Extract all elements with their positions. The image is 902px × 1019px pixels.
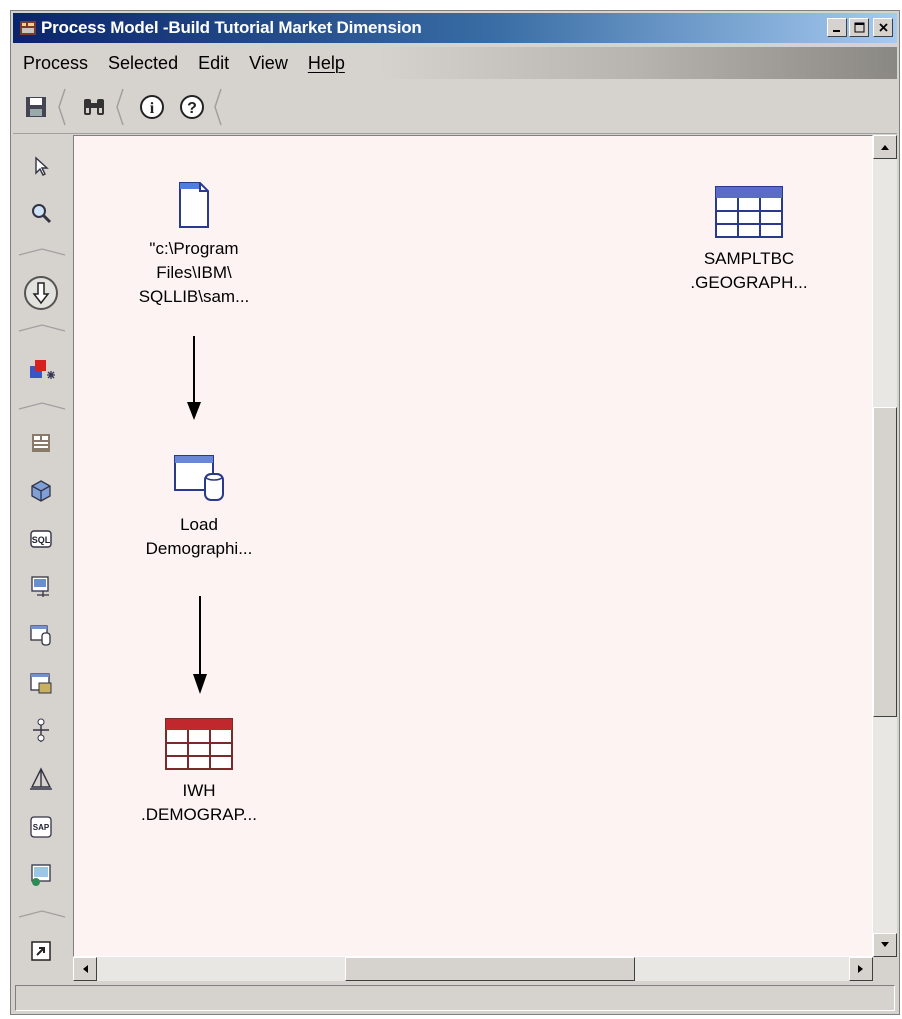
task-flow-icon <box>24 276 58 310</box>
status-bar <box>15 985 895 1011</box>
palette-shortcut-button[interactable] <box>21 931 61 971</box>
scroll-down-button[interactable] <box>873 933 897 957</box>
menu-selected[interactable]: Selected <box>98 53 188 74</box>
menu-view[interactable]: View <box>239 53 298 74</box>
window-title: Process Model -Build Tutorial Market Dim… <box>41 18 422 37</box>
toolbar-separator <box>214 88 222 126</box>
scroll-left-button[interactable] <box>73 957 97 981</box>
save-button[interactable] <box>19 90 53 124</box>
svg-text:?: ? <box>187 100 197 117</box>
save-icon <box>26 97 46 117</box>
vertical-scrollbar[interactable] <box>873 135 897 957</box>
file-icon <box>179 182 209 228</box>
palette-pointer-button[interactable] <box>21 147 61 187</box>
flow-arrow[interactable] <box>190 596 210 696</box>
process-canvas[interactable]: "c:\Program Files\IBM\ SQLLIB\sam... Loa… <box>73 135 873 957</box>
title-bar[interactable]: Process Model -Build Tutorial Market Dim… <box>13 13 897 43</box>
horizontal-scroll-thumb[interactable] <box>345 957 635 981</box>
info-icon: i <box>140 95 164 119</box>
vertical-scroll-thumb[interactable] <box>873 407 897 717</box>
help-icon: ? <box>180 95 204 119</box>
palette-task-flow-button[interactable] <box>21 273 61 313</box>
arrow-up-icon <box>881 145 889 150</box>
sql-icon: SQL <box>30 530 52 548</box>
source-table-icon <box>715 186 783 238</box>
export-icon <box>30 673 52 694</box>
cube-icon <box>31 480 51 502</box>
palette-separator <box>18 402 66 410</box>
arrow-right-icon <box>858 965 863 973</box>
palette-separator <box>18 910 66 918</box>
palette-cube-button[interactable] <box>21 471 61 511</box>
arrow-down-icon <box>881 942 889 947</box>
load-icon <box>30 625 51 646</box>
horizontal-scrollbar[interactable] <box>73 957 873 981</box>
source-file-label: "c:\Program Files\IBM\ SQLLIB\sam... <box>138 239 250 306</box>
warehouse-icon <box>30 767 52 790</box>
process-model-window: Process Model -Build Tutorial Market Dim… <box>10 10 900 1015</box>
menu-process[interactable]: Process <box>13 53 98 74</box>
load-step-icon <box>174 455 224 501</box>
scroll-right-button[interactable] <box>849 957 873 981</box>
menu-bar-decoration <box>377 47 897 79</box>
svg-text:SQL: SQL <box>32 535 51 545</box>
source-table-node[interactable]: SAMPLTBC .GEOGRAPH... <box>664 184 834 295</box>
toolbar: i ? <box>13 81 897 134</box>
palette-zoom-button[interactable] <box>21 193 61 233</box>
close-icon <box>878 23 888 32</box>
palette-file-button[interactable] <box>21 423 61 463</box>
palette-sql-button[interactable]: SQL <box>21 519 61 559</box>
program-icon <box>31 576 49 597</box>
process-model-app-icon <box>19 19 37 37</box>
palette-transformer-button[interactable] <box>21 349 61 389</box>
load-step-node[interactable]: Load Demographi... <box>114 450 284 561</box>
palette-separator <box>18 248 66 256</box>
palette-sap-button[interactable]: SAP <box>21 807 61 847</box>
palette-split-button[interactable] <box>21 711 61 751</box>
web-icon <box>31 864 51 886</box>
info-button[interactable]: i <box>135 90 169 124</box>
toolbar-separator <box>116 88 124 126</box>
toolbar-separator <box>58 88 66 126</box>
minimize-icon <box>833 29 840 32</box>
file-icon <box>32 434 50 452</box>
source-file-node[interactable]: "c:\Program Files\IBM\ SQLLIB\sam... <box>114 180 274 309</box>
svg-text:SAP: SAP <box>33 823 50 832</box>
menu-bar: Process Selected Edit View Help <box>13 47 897 79</box>
help-button[interactable]: ? <box>175 90 209 124</box>
flow-arrow[interactable] <box>184 336 204 422</box>
source-table-label: SAMPLTBC .GEOGRAPH... <box>690 249 808 292</box>
palette-load-button[interactable] <box>21 615 61 655</box>
maximize-icon <box>854 22 864 33</box>
target-table-icon <box>165 718 233 770</box>
target-table-node[interactable]: IWH .DEMOGRAP... <box>114 716 284 827</box>
tool-palette: SQL SAP <box>13 137 71 967</box>
palette-web-button[interactable] <box>21 855 61 895</box>
sap-icon: SAP <box>30 816 52 838</box>
pointer-icon <box>35 156 49 176</box>
shortcut-icon <box>31 941 51 961</box>
palette-separator <box>18 324 66 332</box>
maximize-button[interactable] <box>849 18 869 37</box>
zoom-icon <box>32 204 52 224</box>
palette-program-button[interactable] <box>21 567 61 607</box>
binoculars-icon <box>84 99 104 115</box>
minimize-button[interactable] <box>827 18 847 37</box>
transformer-icon <box>30 360 55 379</box>
target-table-label: IWH .DEMOGRAP... <box>141 781 257 824</box>
split-icon <box>33 718 49 742</box>
menu-help[interactable]: Help <box>298 53 355 74</box>
find-button[interactable] <box>77 90 111 124</box>
palette-export-button[interactable] <box>21 663 61 703</box>
arrow-left-icon <box>83 965 88 973</box>
menu-edit[interactable]: Edit <box>188 53 239 74</box>
svg-text:i: i <box>150 100 155 117</box>
palette-warehouse-button[interactable] <box>21 759 61 799</box>
close-button[interactable] <box>873 18 893 37</box>
load-step-label: Load Demographi... <box>145 515 253 558</box>
scroll-up-button[interactable] <box>873 135 897 159</box>
